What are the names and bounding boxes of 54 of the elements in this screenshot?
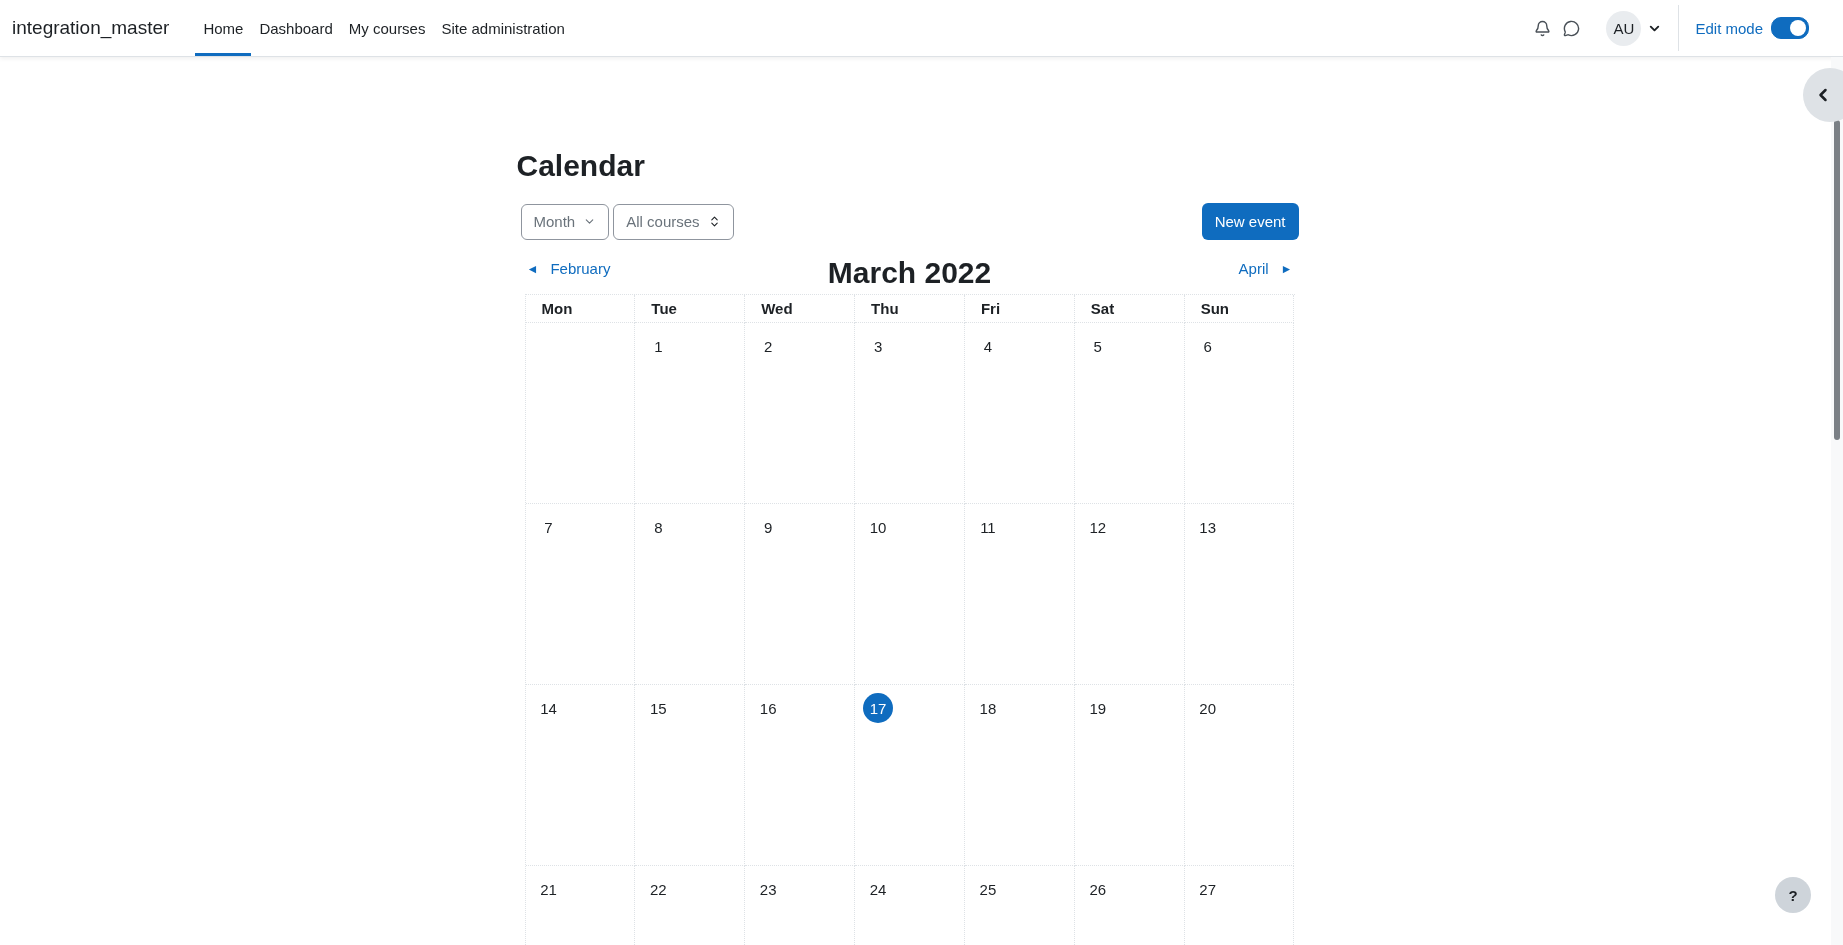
day-number[interactable]: 17	[863, 693, 894, 723]
day-number[interactable]: 22	[643, 874, 674, 904]
edit-mode-label: Edit mode	[1695, 19, 1763, 37]
user-avatar[interactable]: AU	[1606, 10, 1642, 46]
messages-icon[interactable]	[1563, 19, 1581, 37]
weekday-header: Thu	[855, 295, 965, 323]
day-number[interactable]: 9	[753, 512, 784, 542]
edit-mode-switch[interactable]	[1771, 17, 1809, 39]
day-number[interactable]: 20	[1192, 693, 1223, 723]
view-select[interactable]: Month	[520, 203, 610, 240]
day-number[interactable]: 23	[753, 874, 784, 904]
day-number[interactable]: 3	[863, 331, 894, 361]
day-number[interactable]: 16	[753, 693, 784, 723]
day-number[interactable]: 27	[1192, 874, 1223, 904]
day-number[interactable]: 15	[643, 693, 674, 723]
day-number[interactable]: 19	[1082, 693, 1113, 723]
day-number[interactable]: 11	[972, 512, 1003, 542]
month-title: March 2022	[827, 256, 992, 290]
drawer-toggle-button[interactable]	[1803, 68, 1843, 122]
day-number[interactable]: 24	[863, 874, 894, 904]
nav-link[interactable]: Dashboard	[251, 0, 341, 56]
day-number[interactable]: 21	[533, 874, 564, 904]
site-name[interactable]: integration_master	[12, 17, 170, 39]
weekday-header: Tue	[635, 295, 746, 323]
day-number[interactable]: 25	[972, 874, 1003, 904]
next-month-link[interactable]: April ►	[1238, 260, 1293, 277]
day-number[interactable]: 2	[753, 331, 784, 361]
help-button[interactable]: ?	[1775, 877, 1811, 913]
day-number[interactable]: 4	[972, 331, 1003, 361]
day-number[interactable]: 13	[1192, 512, 1223, 542]
nav-link[interactable]: My courses	[340, 0, 434, 56]
nav-link[interactable]: Home	[195, 0, 252, 56]
new-event-button[interactable]: New event	[1201, 203, 1299, 240]
page-title: Calendar	[516, 149, 646, 183]
weekday-header: Sun	[1184, 295, 1295, 323]
day-number[interactable]: 6	[1192, 331, 1223, 361]
day-number[interactable]: 1	[643, 331, 674, 361]
weekday-header: Fri	[964, 295, 1075, 323]
course-select[interactable]: All courses	[613, 203, 734, 240]
weekday-header: Sat	[1074, 295, 1185, 323]
day-number[interactable]: 8	[643, 512, 674, 542]
day-number[interactable]: 18	[972, 693, 1003, 723]
nav-link[interactable]: Site administration	[433, 0, 573, 56]
day-number[interactable]: 26	[1082, 874, 1113, 904]
previous-month-link[interactable]: ◄ February	[526, 260, 611, 277]
day-number[interactable]: 5	[1082, 331, 1113, 361]
notifications-icon[interactable]	[1534, 19, 1552, 37]
day-number[interactable]: 14	[533, 693, 564, 723]
weekday-header: Mon	[525, 295, 636, 323]
day-number[interactable]: 12	[1082, 512, 1113, 542]
weekday-header: Wed	[745, 295, 856, 323]
scrollbar[interactable]	[1831, 57, 1843, 945]
day-number[interactable]: 10	[863, 512, 894, 542]
day-number[interactable]: 7	[533, 512, 564, 542]
